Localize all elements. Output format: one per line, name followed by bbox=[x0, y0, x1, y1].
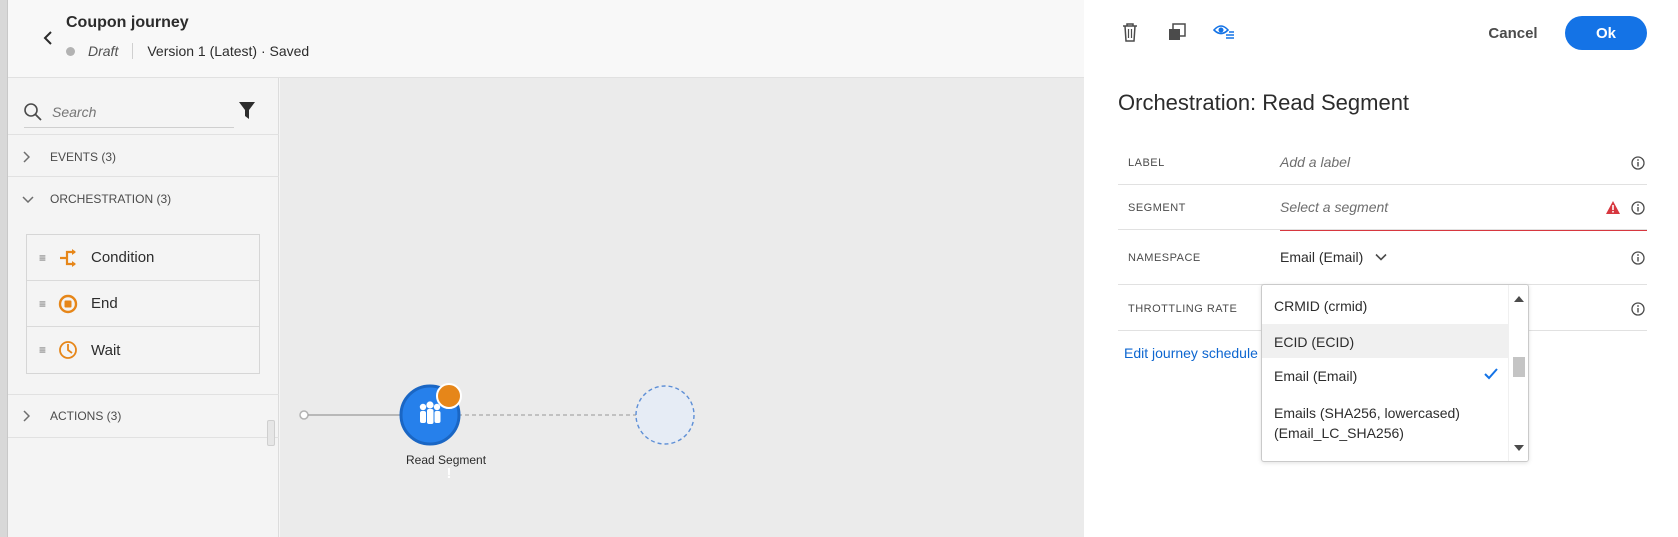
preview-eye-icon bbox=[1213, 25, 1234, 39]
search-field[interactable] bbox=[24, 96, 234, 128]
empty-placeholder-node bbox=[635, 385, 695, 445]
panel-title: Orchestration: Read Segment bbox=[1118, 90, 1410, 115]
panel-resize-handle[interactable] bbox=[267, 420, 275, 446]
chevron-down-icon bbox=[22, 195, 36, 203]
cancel-button[interactable]: Cancel bbox=[1478, 18, 1548, 48]
section-orchestration-label: ORCHESTRATION (3) bbox=[50, 191, 172, 206]
segment-input[interactable]: Select a segment bbox=[1280, 199, 1388, 215]
namespace-value: Email (Email) bbox=[1280, 249, 1364, 265]
dropdown-option[interactable]: ECID (ECID) bbox=[1262, 324, 1508, 358]
chevron-right-icon bbox=[22, 150, 36, 163]
end-icon bbox=[57, 293, 79, 315]
dropdown-scrollbar[interactable] bbox=[1508, 285, 1528, 461]
field-row-namespace: NAMESPACE Email (Email) bbox=[1118, 230, 1647, 285]
field-row-label: LABEL Add a label bbox=[1118, 140, 1647, 185]
option-label: Email (Email) bbox=[1274, 368, 1358, 384]
section-actions[interactable]: ACTIONS (3) bbox=[8, 394, 279, 438]
segment-icon bbox=[419, 401, 441, 424]
duplicate-button[interactable] bbox=[1163, 18, 1191, 46]
list-item-wait[interactable]: ≡ Wait bbox=[27, 327, 259, 373]
list-item-condition[interactable]: ≡ Condition bbox=[27, 235, 259, 281]
drag-handle-icon: ≡ bbox=[39, 250, 47, 265]
alert-icon bbox=[1606, 201, 1620, 214]
info-icon[interactable] bbox=[1631, 156, 1645, 170]
canvas-graph bbox=[299, 383, 695, 446]
dropdown-option-selected[interactable]: Email (Email) bbox=[1262, 358, 1508, 394]
info-icon[interactable] bbox=[1631, 302, 1645, 316]
option-label: Emails (SHA256, lowercased) bbox=[1274, 405, 1460, 421]
chevron-left-icon bbox=[43, 31, 52, 45]
field-row-segment: SEGMENT Select a segment bbox=[1118, 185, 1647, 231]
list-item-label: End bbox=[91, 295, 118, 312]
section-events[interactable]: EVENTS (3) bbox=[8, 134, 279, 178]
section-orchestration[interactable]: ORCHESTRATION (3) bbox=[8, 176, 279, 220]
warning-badge-label: ! bbox=[446, 465, 452, 482]
dropdown-option[interactable]: Emails (SHA256, lowercased) (Email_LC_SH… bbox=[1262, 395, 1508, 461]
scrollbar-thumb[interactable] bbox=[1513, 357, 1525, 377]
filter-icon bbox=[239, 102, 255, 119]
node-label: Read Segment bbox=[406, 453, 487, 467]
duplicate-icon bbox=[1169, 23, 1186, 40]
chevron-down-icon bbox=[1375, 253, 1387, 261]
drag-handle-icon: ≡ bbox=[39, 343, 47, 357]
back-button[interactable] bbox=[32, 24, 64, 52]
scroll-down-icon[interactable] bbox=[1514, 445, 1524, 451]
edit-journey-schedule-link[interactable]: Edit journey schedule bbox=[1124, 345, 1258, 361]
warning-badge bbox=[436, 383, 462, 409]
ok-button[interactable]: Ok bbox=[1565, 16, 1647, 50]
trash-icon bbox=[1123, 23, 1137, 42]
search-icon bbox=[24, 102, 42, 121]
field-label: THROTTLING RATE bbox=[1128, 303, 1238, 315]
list-item-label: Condition bbox=[91, 249, 155, 266]
label-input[interactable]: Add a label bbox=[1280, 154, 1350, 170]
info-icon[interactable] bbox=[1631, 201, 1645, 215]
filter-button[interactable] bbox=[234, 98, 260, 124]
option-label-line2: (Email_LC_SHA256) bbox=[1274, 425, 1404, 441]
search-input[interactable] bbox=[52, 103, 212, 120]
status-dot-icon bbox=[66, 46, 75, 56]
field-label: SEGMENT bbox=[1128, 202, 1186, 214]
journey-header: Coupon journey Draft Version 1 (Latest) … bbox=[8, 0, 1084, 78]
window-edge bbox=[0, 0, 8, 537]
wait-icon bbox=[57, 339, 79, 361]
info-icon[interactable] bbox=[1631, 251, 1645, 265]
section-actions-label: ACTIONS (3) bbox=[50, 409, 122, 423]
version-label: Version 1 (Latest) · Saved bbox=[147, 43, 310, 59]
condition-icon bbox=[57, 247, 79, 269]
namespace-picker[interactable]: Email (Email) bbox=[1280, 249, 1387, 265]
status-label: Draft bbox=[88, 43, 119, 59]
option-label: ECID (ECID) bbox=[1274, 334, 1355, 350]
checkmark-icon bbox=[1484, 368, 1498, 380]
journey-title: Coupon journey bbox=[66, 14, 189, 31]
list-item-label: Wait bbox=[91, 341, 121, 359]
activity-palette: EVENTS (3) ORCHESTRATION (3) ≡ Condition… bbox=[8, 78, 279, 537]
orchestration-list: ≡ Condition ≡ End ≡ Wait bbox=[26, 234, 260, 374]
delete-button[interactable] bbox=[1116, 18, 1144, 46]
divider bbox=[132, 43, 134, 59]
field-label: LABEL bbox=[1128, 157, 1165, 169]
list-item-end[interactable]: ≡ End bbox=[27, 281, 259, 327]
properties-panel: Cancel Ok Orchestration: Read Segment LA… bbox=[1084, 0, 1678, 537]
dropdown-option[interactable]: CRMID (crmid) bbox=[1262, 285, 1508, 321]
drag-handle-icon: ≡ bbox=[39, 296, 47, 311]
chevron-right-icon bbox=[22, 410, 36, 422]
scroll-up-icon[interactable] bbox=[1514, 296, 1524, 302]
start-connector-dot bbox=[299, 410, 309, 420]
journey-canvas[interactable]: ! bbox=[280, 78, 1084, 537]
preview-button[interactable] bbox=[1210, 18, 1238, 46]
namespace-dropdown[interactable]: CRMID (crmid) ECID (ECID) Email (Email) … bbox=[1261, 284, 1529, 462]
section-events-label: EVENTS (3) bbox=[50, 149, 117, 164]
option-label: CRMID (crmid) bbox=[1274, 298, 1368, 314]
journey-status-row: Draft Version 1 (Latest) · Saved bbox=[66, 43, 309, 59]
field-label: NAMESPACE bbox=[1128, 252, 1201, 264]
